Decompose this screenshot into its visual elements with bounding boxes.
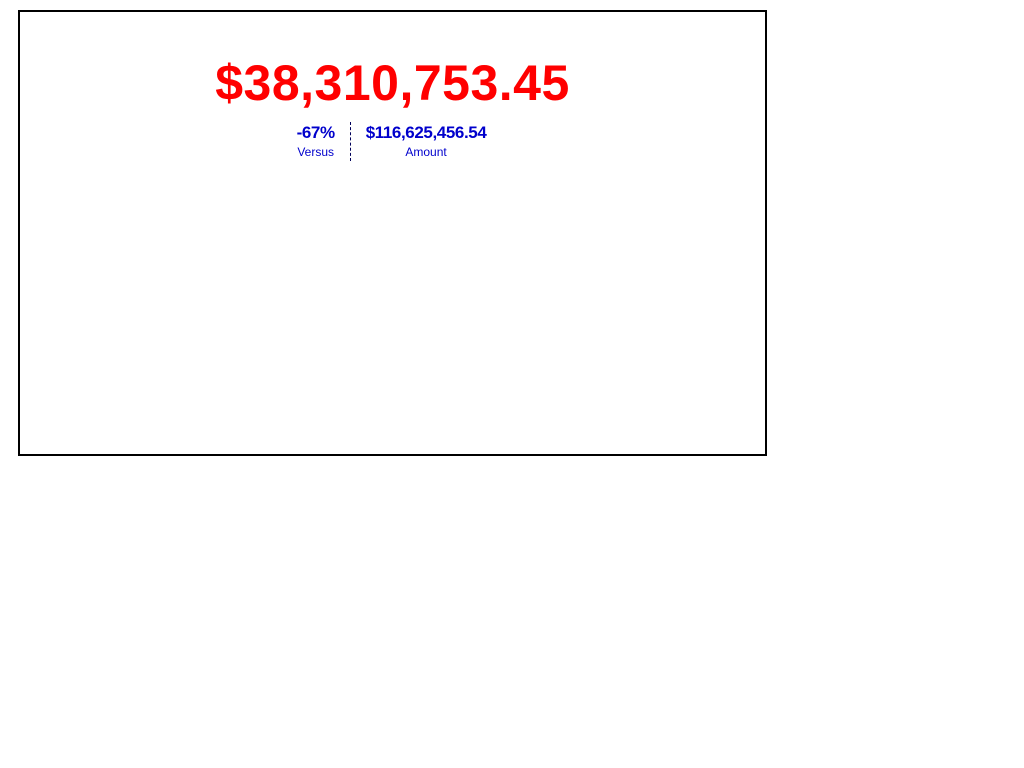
kpi-card: $38,310,753.45 -67% Versus $116,625,456.…	[18, 10, 767, 456]
kpi-comparison-row: -67% Versus $116,625,456.54 Amount	[20, 122, 765, 161]
kpi-main-value: $38,310,753.45	[215, 55, 570, 111]
versus-block: -67% Versus	[297, 122, 350, 161]
amount-label: Amount	[405, 145, 447, 159]
amount-value: $116,625,456.54	[365, 123, 487, 142]
versus-label: Versus	[297, 145, 334, 159]
amount-block: $116,625,456.54 Amount	[349, 122, 487, 161]
versus-value: -67%	[296, 123, 335, 142]
